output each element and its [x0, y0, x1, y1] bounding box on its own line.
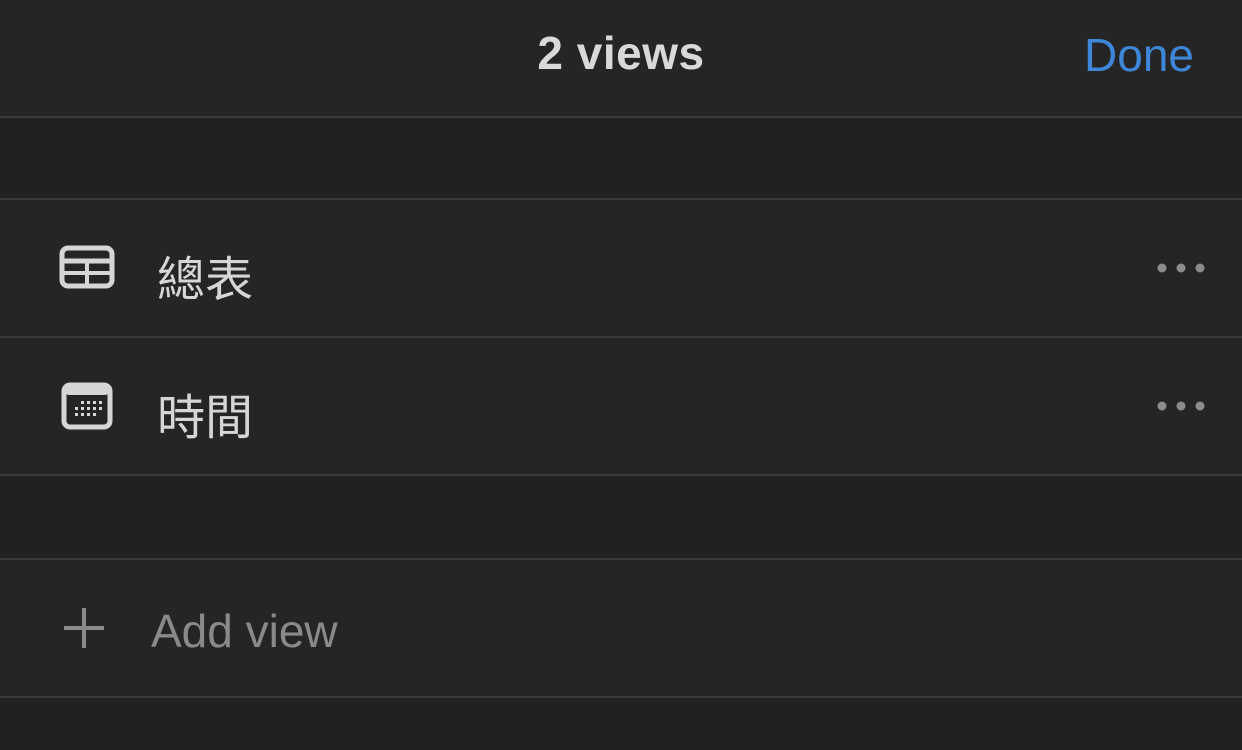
page-title: 2 views	[537, 27, 705, 79]
more-icon[interactable]	[1156, 256, 1206, 280]
more-icon[interactable]	[1156, 394, 1206, 418]
section-gap	[0, 118, 1242, 198]
view-label: 總表	[157, 254, 254, 307]
plus-icon	[64, 608, 104, 648]
view-row-calendar[interactable]: 時間	[0, 338, 1242, 476]
view-row-table[interactable]: 總表	[0, 198, 1242, 338]
table-icon	[59, 245, 115, 289]
bottom-gap	[0, 698, 1242, 750]
section-gap	[0, 476, 1242, 558]
view-label: 時間	[157, 392, 254, 445]
calendar-icon	[61, 382, 113, 430]
sheet-header: 2 views Done	[0, 0, 1242, 118]
done-button[interactable]: Done	[1084, 28, 1194, 82]
add-view-button[interactable]: Add view	[0, 558, 1242, 698]
add-view-label: Add view	[151, 605, 338, 657]
views-sheet: 2 views Done 總表 時間 Add view	[0, 0, 1242, 750]
